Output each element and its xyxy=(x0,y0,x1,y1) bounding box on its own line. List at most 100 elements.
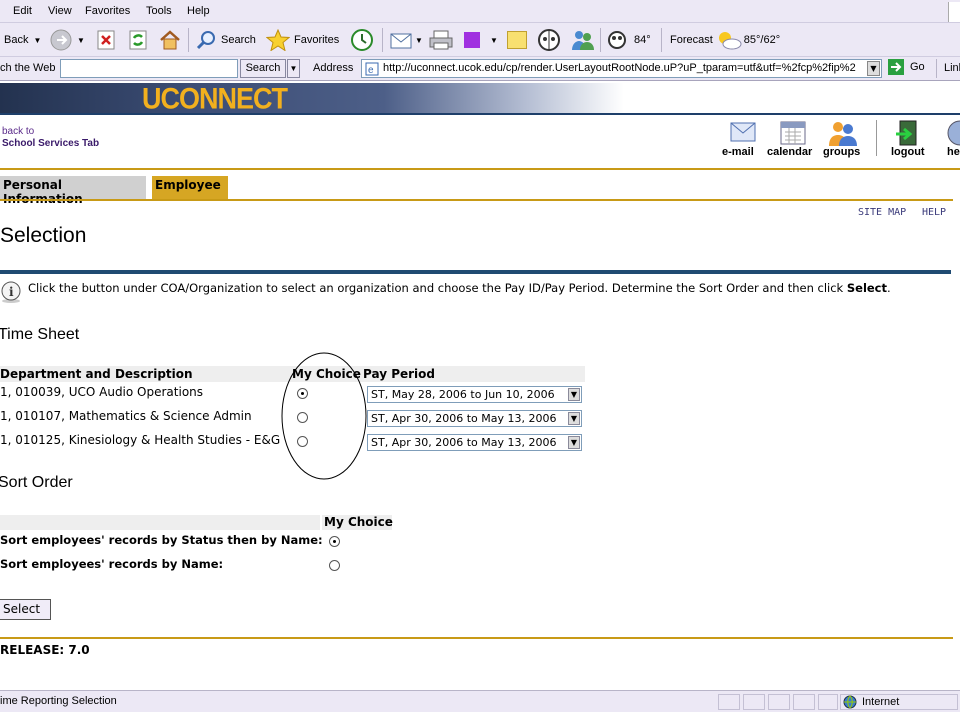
menu-help[interactable]: Help xyxy=(187,5,210,17)
go-button[interactable]: Go xyxy=(887,58,925,76)
menu-favorites[interactable]: Favorites xyxy=(85,5,130,17)
refresh-button[interactable] xyxy=(128,23,148,57)
status-cell xyxy=(743,694,765,710)
zone-cell: Internet xyxy=(840,694,958,710)
header-divider xyxy=(0,168,960,170)
nav-divider xyxy=(876,120,877,156)
status-cell xyxy=(768,694,790,710)
annotation-ellipse xyxy=(281,352,367,480)
chevron-down-icon: ▼ xyxy=(568,412,580,425)
forecast[interactable]: Forecast 85°/62° xyxy=(670,23,780,57)
back-to-link[interactable]: back to School Services Tab xyxy=(2,126,99,150)
dept-row-2: 1, 010107, Mathematics & Science Admin xyxy=(0,409,252,423)
nav-logout[interactable]: logout xyxy=(891,146,925,158)
bug-button[interactable] xyxy=(537,23,561,57)
sun-cloud-icon xyxy=(718,32,742,50)
web-search-input[interactable] xyxy=(60,59,238,78)
mail-button[interactable]: ▼ xyxy=(389,23,423,57)
forward-arrow-icon xyxy=(50,29,72,51)
status-cell xyxy=(818,694,838,710)
print-button[interactable] xyxy=(428,23,454,57)
help-icon[interactable] xyxy=(945,120,960,146)
back-to-text: back to xyxy=(2,126,35,137)
menu-edit[interactable]: Edit xyxy=(13,5,32,17)
home-button[interactable] xyxy=(158,23,182,57)
chevron-down-icon: ▼ xyxy=(568,436,580,449)
instructions-end: . xyxy=(887,281,891,295)
banner-divider xyxy=(0,113,960,115)
site-map-link[interactable]: SITE MAP xyxy=(858,207,906,218)
printer-icon xyxy=(429,30,453,50)
pay-period-select-3[interactable]: ST, Apr 30, 2006 to May 13, 2006 ▼ xyxy=(367,434,582,451)
tab-employee[interactable]: Employee xyxy=(152,176,228,199)
sort-header-blank xyxy=(0,515,320,530)
tab-personal-information[interactable]: Personal Information xyxy=(0,176,146,206)
instructions-text: Click the button under COA/Organization … xyxy=(28,281,891,295)
sort-option-1-label: Sort employees' records by Status then b… xyxy=(0,533,323,547)
zone-label: Internet xyxy=(862,696,900,708)
menu-tools[interactable]: Tools xyxy=(146,5,172,17)
history-icon xyxy=(351,29,373,51)
menu-view[interactable]: View xyxy=(48,5,72,17)
ie-page-icon: e xyxy=(365,62,379,76)
favorites-button[interactable]: Favorites xyxy=(266,23,339,57)
weather-temp: 84° xyxy=(606,23,651,57)
nav-groups[interactable]: groups xyxy=(823,146,860,158)
sort-order-heading: Sort Order xyxy=(0,474,73,491)
url-text: http://uconnect.ucok.edu/cp/render.UserL… xyxy=(383,62,856,74)
web-search-button[interactable]: Search xyxy=(240,59,286,78)
search-dropdown-button[interactable]: ▼ xyxy=(287,59,300,78)
nav-help[interactable]: he xyxy=(947,146,960,158)
sort-radio-2[interactable] xyxy=(329,560,340,571)
calendar-icon[interactable] xyxy=(776,120,810,146)
release-version: RELEASE: 7.0 xyxy=(0,643,90,657)
nav-calendar[interactable]: calendar xyxy=(767,146,812,158)
edit-square-icon xyxy=(464,32,480,48)
pay-period-value-2: ST, Apr 30, 2006 to May 13, 2006 xyxy=(371,412,557,425)
address-label: Address xyxy=(313,62,354,74)
status-cell xyxy=(793,694,815,710)
messenger-button[interactable] xyxy=(570,23,596,57)
footer-divider xyxy=(0,637,953,639)
pay-period-select-2[interactable]: ST, Apr 30, 2006 to May 13, 2006 ▼ xyxy=(367,410,582,427)
toolbar: Back ▼ ▼ Search Favorites ▼ ▼ 84° Foreca… xyxy=(0,23,960,57)
header-pay-period: Pay Period xyxy=(363,367,435,381)
refresh-icon xyxy=(129,30,147,50)
svg-text:i: i xyxy=(9,285,14,299)
dept-row-1: 1, 010039, UCO Audio Operations xyxy=(0,385,204,399)
forward-button[interactable]: ▼ xyxy=(50,23,85,57)
star-icon xyxy=(266,29,290,51)
sort-header-my-choice: My Choice xyxy=(324,515,393,529)
help-link[interactable]: HELP xyxy=(922,207,946,218)
links-label[interactable]: Link xyxy=(944,62,960,74)
info-icon: i xyxy=(1,281,21,303)
home-icon xyxy=(160,30,180,50)
note-button[interactable] xyxy=(507,23,527,57)
back-button[interactable]: Back ▼ xyxy=(4,23,41,57)
groups-icon[interactable] xyxy=(826,120,860,146)
edit-button[interactable]: ▼ xyxy=(464,23,498,57)
url-field[interactable]: e http://uconnect.ucok.edu/cp/render.Use… xyxy=(361,59,882,78)
stop-icon xyxy=(97,30,115,50)
email-icon[interactable] xyxy=(726,120,760,146)
chevron-down-icon: ▼ xyxy=(568,388,580,401)
messenger-icon xyxy=(572,31,594,50)
nav-email[interactable]: e-mail xyxy=(722,146,754,158)
pay-period-value-1: ST, May 28, 2006 to Jun 10, 2006 xyxy=(371,388,555,401)
status-cell xyxy=(718,694,740,710)
tab-divider xyxy=(0,199,953,201)
time-sheet-heading: Time Sheet xyxy=(0,326,80,343)
select-button[interactable]: Select xyxy=(0,599,51,620)
school-services-tab-text: School Services Tab xyxy=(2,138,100,149)
ladybug-icon xyxy=(538,29,560,51)
url-dropdown-arrow[interactable]: ▼ xyxy=(867,61,880,76)
search-button[interactable]: Search xyxy=(195,23,256,57)
sort-radio-1[interactable] xyxy=(329,536,340,547)
logout-icon[interactable] xyxy=(892,120,926,146)
history-button[interactable] xyxy=(350,23,374,57)
pay-period-value-3: ST, Apr 30, 2006 to May 13, 2006 xyxy=(371,436,557,449)
go-arrow-icon xyxy=(888,59,904,75)
page-title: Selection xyxy=(0,224,87,247)
stop-button[interactable] xyxy=(96,23,116,57)
pay-period-select-1[interactable]: ST, May 28, 2006 to Jun 10, 2006 ▼ xyxy=(367,386,582,403)
